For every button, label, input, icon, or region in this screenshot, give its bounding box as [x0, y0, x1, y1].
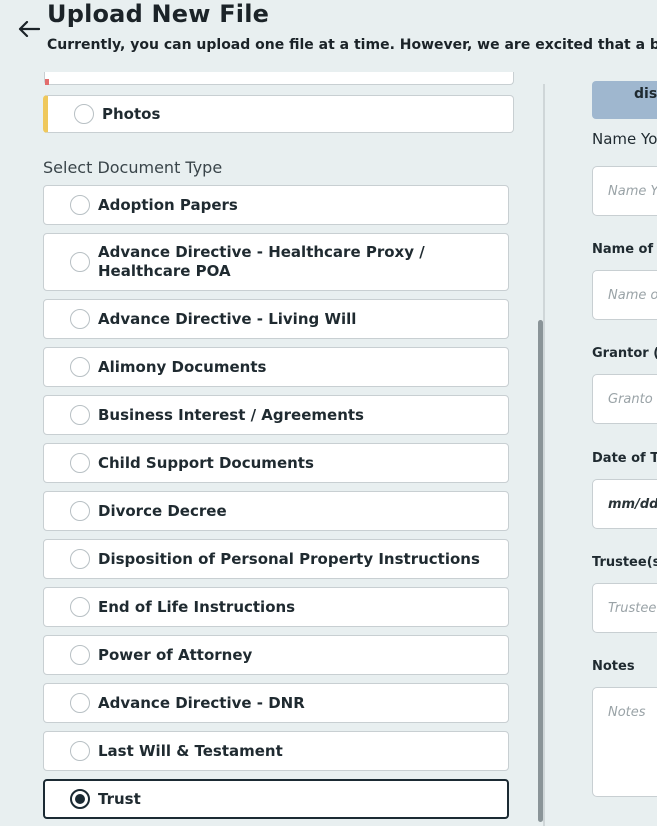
grantor-label: Grantor (T — [592, 346, 657, 361]
doc-option-alimony[interactable]: Alimony Documents — [43, 347, 509, 387]
doc-option-label: Power of Attorney — [98, 645, 253, 664]
radio-icon[interactable] — [70, 357, 90, 377]
doc-option-adoption-papers[interactable]: Adoption Papers — [43, 185, 509, 225]
doc-option-label: Child Support Documents — [98, 453, 314, 472]
doc-option-dnr[interactable]: Advance Directive - DNR — [43, 683, 509, 723]
radio-icon[interactable] — [70, 309, 90, 329]
doc-option-label: End of Life Instructions — [98, 597, 296, 616]
date-input[interactable]: mm/dd/ — [592, 479, 657, 529]
name-your-file-label: Name Yo — [592, 130, 657, 148]
radio-icon[interactable] — [70, 597, 90, 617]
name-of-label: Name of A — [592, 242, 657, 257]
radio-icon[interactable] — [70, 693, 90, 713]
name-of-input[interactable]: Name o — [592, 270, 657, 320]
trustee-label: Trustee(s) — [592, 555, 657, 570]
photos-label: Photos — [102, 104, 161, 123]
radio-icon[interactable] — [70, 549, 90, 569]
doc-option-label: Alimony Documents — [98, 357, 267, 376]
panel-divider — [543, 84, 545, 826]
previous-card — [44, 72, 514, 85]
doc-option-label: Adoption Papers — [98, 195, 238, 214]
doc-type-list: Adoption Papers Advance Directive - Heal… — [43, 185, 509, 826]
doc-option-label: Disposition of Personal Property Instruc… — [98, 549, 480, 568]
doc-option-personal-property[interactable]: Disposition of Personal Property Instruc… — [43, 539, 509, 579]
drop-zone-text: dis — [634, 86, 657, 102]
page-subtitle: Currently, you can upload one file at a … — [47, 37, 657, 53]
doc-option-trust[interactable]: Trust — [43, 779, 509, 819]
doc-option-label: Divorce Decree — [98, 501, 227, 520]
back-arrow-icon[interactable] — [16, 16, 42, 42]
doc-option-power-of-attorney[interactable]: Power of Attorney — [43, 635, 509, 675]
doc-option-living-will[interactable]: Advance Directive - Living Will — [43, 299, 509, 339]
photos-radio[interactable] — [74, 104, 94, 124]
radio-icon[interactable] — [70, 195, 90, 215]
trustee-input[interactable]: Trustee — [592, 583, 657, 633]
radio-icon[interactable] — [70, 501, 90, 521]
doc-option-child-support[interactable]: Child Support Documents — [43, 443, 509, 483]
notes-textarea[interactable]: Notes — [592, 687, 657, 797]
radio-icon[interactable] — [70, 405, 90, 425]
scrollbar-thumb[interactable] — [538, 320, 543, 822]
date-label: Date of Tr — [592, 451, 657, 466]
name-your-file-input[interactable]: Name Y — [592, 166, 657, 216]
doc-option-label: Last Will & Testament — [98, 741, 283, 760]
grantor-input[interactable]: Granto — [592, 374, 657, 424]
doc-option-label: Advance Directive - Healthcare Proxy / H… — [98, 243, 425, 280]
radio-checked-icon[interactable] — [70, 789, 90, 809]
photos-option[interactable]: Photos — [43, 95, 514, 133]
doc-option-divorce-decree[interactable]: Divorce Decree — [43, 491, 509, 531]
doc-option-label: Business Interest / Agreements — [98, 405, 364, 424]
radio-icon[interactable] — [70, 741, 90, 761]
doc-option-end-of-life[interactable]: End of Life Instructions — [43, 587, 509, 627]
notes-label: Notes — [592, 659, 635, 674]
doc-type-section-label: Select Document Type — [43, 158, 223, 177]
radio-icon[interactable] — [70, 645, 90, 665]
doc-option-label: Advance Directive - Living Will — [98, 309, 357, 328]
doc-option-label: Trust — [98, 789, 141, 808]
file-details-panel: dis Name Yo Name Y Name of A Name o Gran… — [592, 76, 657, 826]
doc-option-healthcare-proxy[interactable]: Advance Directive - Healthcare Proxy / H… — [43, 233, 509, 291]
doc-option-business-interest[interactable]: Business Interest / Agreements — [43, 395, 509, 435]
page-title: Upload New File — [47, 0, 270, 28]
file-drop-zone[interactable]: dis — [592, 81, 657, 119]
doc-option-last-will[interactable]: Last Will & Testament — [43, 731, 509, 771]
radio-icon[interactable] — [70, 252, 90, 272]
doc-option-label: Advance Directive - DNR — [98, 693, 305, 712]
radio-icon[interactable] — [70, 453, 90, 473]
